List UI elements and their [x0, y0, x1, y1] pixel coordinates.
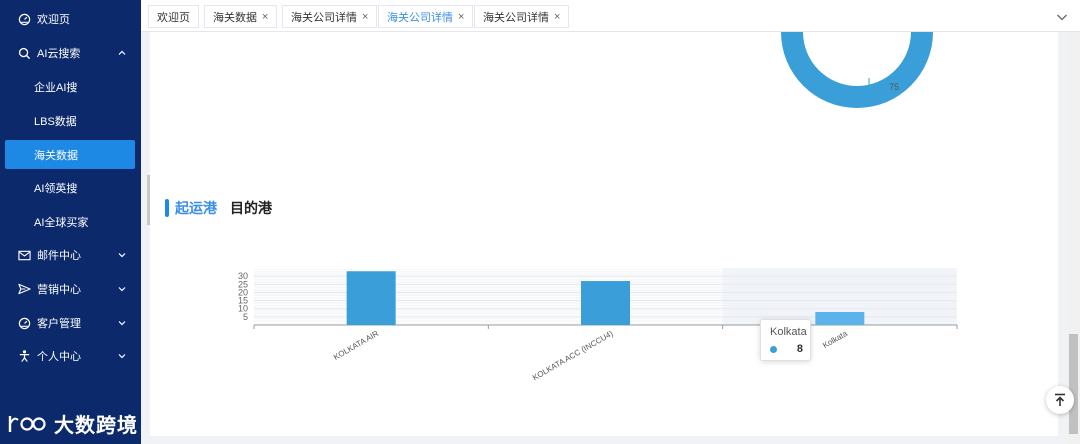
chart-bar	[581, 281, 630, 325]
chart-tooltip: Kolkata 8	[760, 319, 811, 361]
tooltip-series-dot	[770, 346, 777, 353]
scrollbar-thumb[interactable]	[1069, 334, 1078, 434]
arrow-up-icon	[1055, 393, 1065, 406]
x-category-label: KOLKATA ACC (INCCU4)	[531, 329, 615, 383]
chart-bar	[815, 311, 865, 325]
x-category-label: KOLKATA AIR	[332, 329, 380, 362]
tooltip-value: 8	[796, 343, 803, 355]
x-category-label: Kolkata	[821, 329, 849, 350]
tooltip-name: Kolkata	[770, 326, 807, 338]
chart-bar	[346, 271, 396, 325]
y-tick-label: 30	[238, 271, 248, 281]
back-to-top-button[interactable]	[1046, 386, 1074, 414]
port-bar-chart: 51015202530KOLKATA AIR KOLKATA ACC (INCCU…	[238, 268, 958, 383]
